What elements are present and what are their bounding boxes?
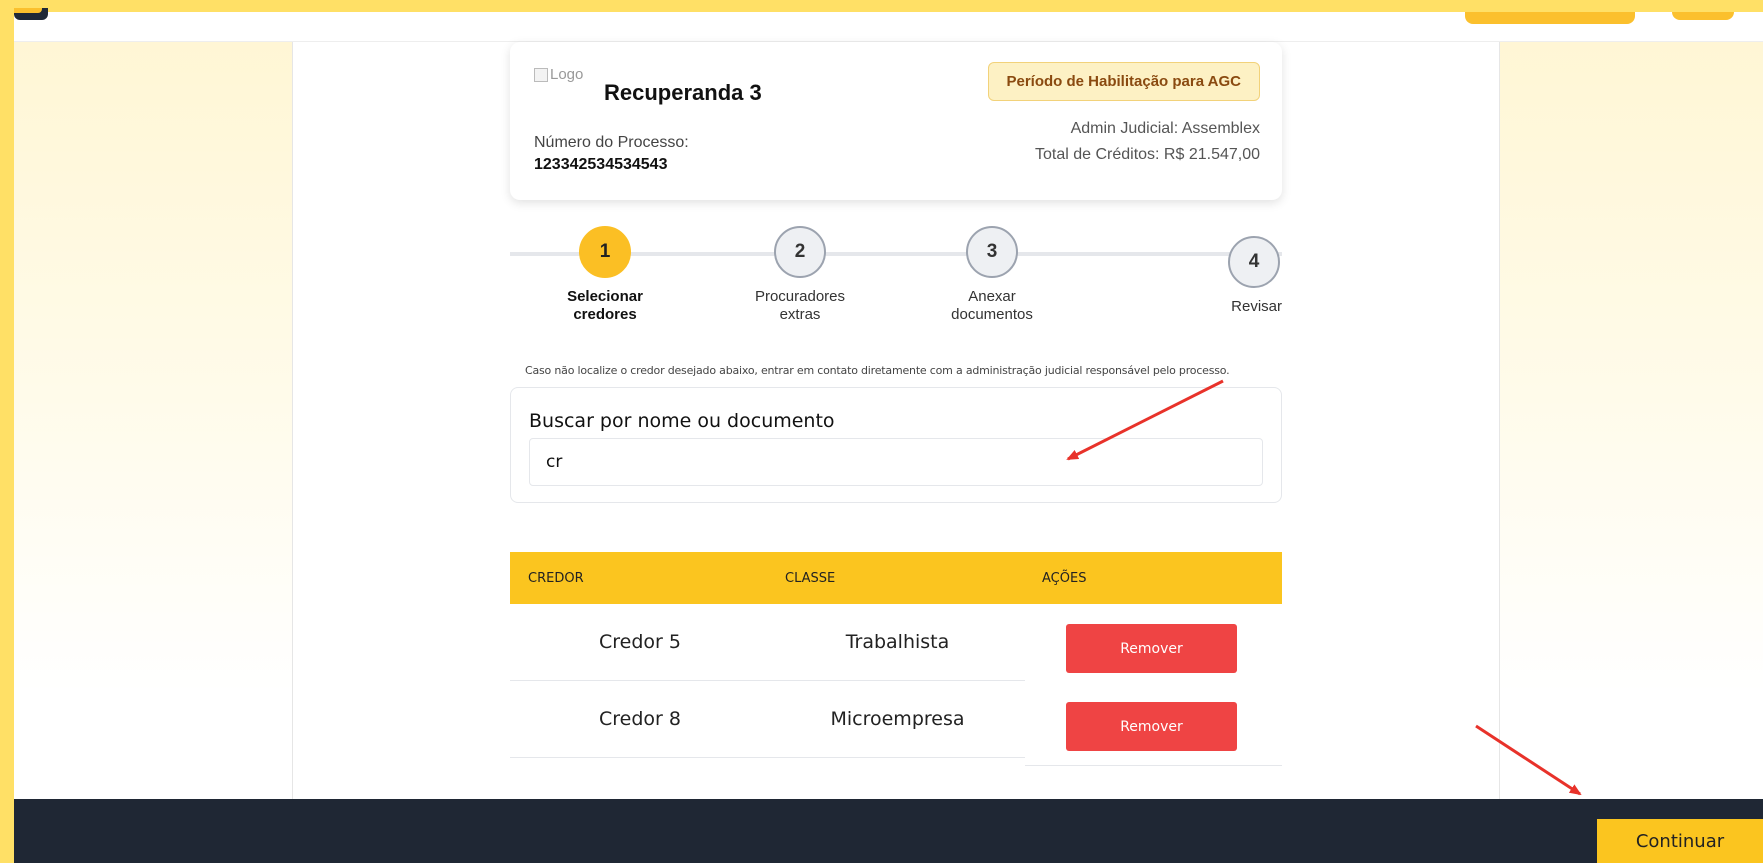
company-logo-image: Logo bbox=[534, 66, 583, 83]
top-nav-button[interactable] bbox=[1465, 12, 1635, 24]
column-header-classe: CLASSE bbox=[785, 570, 836, 586]
logo-alt-text: Logo bbox=[550, 66, 584, 83]
continue-button[interactable]: Continuar bbox=[1597, 819, 1763, 863]
period-status-badge: Período de Habilitação para AGC bbox=[987, 62, 1260, 101]
search-card: Buscar por nome ou documento bbox=[510, 387, 1282, 503]
column-header-acoes: AÇÕES bbox=[1042, 570, 1087, 586]
broken-image-icon bbox=[534, 67, 548, 82]
top-bar bbox=[14, 0, 1763, 12]
actions-cell: Remover bbox=[1025, 673, 1282, 766]
app-logo-icon[interactable] bbox=[14, 8, 48, 20]
process-number-label: Número do Processo: bbox=[534, 134, 689, 151]
footer-bar bbox=[14, 799, 1763, 863]
search-input[interactable] bbox=[529, 438, 1263, 486]
company-name: Recuperanda 3 bbox=[604, 80, 762, 105]
step-3-circle: 3 bbox=[966, 226, 1018, 278]
remove-button[interactable]: Remover bbox=[1066, 624, 1237, 673]
process-number-value: 123342534534543 bbox=[534, 156, 668, 173]
credor-cell: Credor 5 bbox=[510, 604, 770, 681]
step-1[interactable]: 1 Selecionar credores bbox=[540, 226, 670, 324]
credor-cell: Credor 8 bbox=[510, 681, 770, 758]
classe-cell: Microempresa bbox=[770, 681, 1025, 758]
step-3-label: Anexar documentos bbox=[951, 288, 1033, 323]
step-2-circle: 2 bbox=[774, 226, 826, 278]
remove-button[interactable]: Remover bbox=[1066, 702, 1237, 751]
table-row: Credor 5 Trabalhista Remover bbox=[510, 604, 1282, 689]
step-1-label: Selecionar credores bbox=[567, 288, 643, 323]
table-header: CREDOR CLASSE AÇÕES bbox=[510, 552, 1282, 604]
classe-cell: Trabalhista bbox=[770, 604, 1025, 681]
column-header-credor: CREDOR bbox=[528, 570, 584, 586]
step-1-circle: 1 bbox=[579, 226, 631, 278]
step-2[interactable]: 2 Procuradores extras bbox=[735, 226, 865, 324]
step-4-label: Revisar bbox=[1231, 298, 1282, 315]
top-nav-menu-button[interactable] bbox=[1672, 12, 1734, 20]
search-label: Buscar por nome ou documento bbox=[529, 410, 835, 432]
search-hint-text: Caso não localize o credor desejado abai… bbox=[525, 364, 1230, 377]
admin-judicial: Admin Judicial: Assemblex bbox=[1070, 120, 1260, 137]
table-row: Credor 8 Microempresa Remover bbox=[510, 673, 1282, 766]
step-2-label: Procuradores extras bbox=[754, 288, 846, 323]
step-4[interactable]: 4 Revisar bbox=[1222, 236, 1282, 316]
step-3[interactable]: 3 Anexar documentos bbox=[927, 226, 1057, 324]
process-info-card: Logo Recuperanda 3 Número do Processo: 1… bbox=[510, 42, 1282, 200]
step-4-circle: 4 bbox=[1228, 236, 1280, 288]
total-credits: Total de Créditos: R$ 21.547,00 bbox=[1034, 146, 1260, 163]
